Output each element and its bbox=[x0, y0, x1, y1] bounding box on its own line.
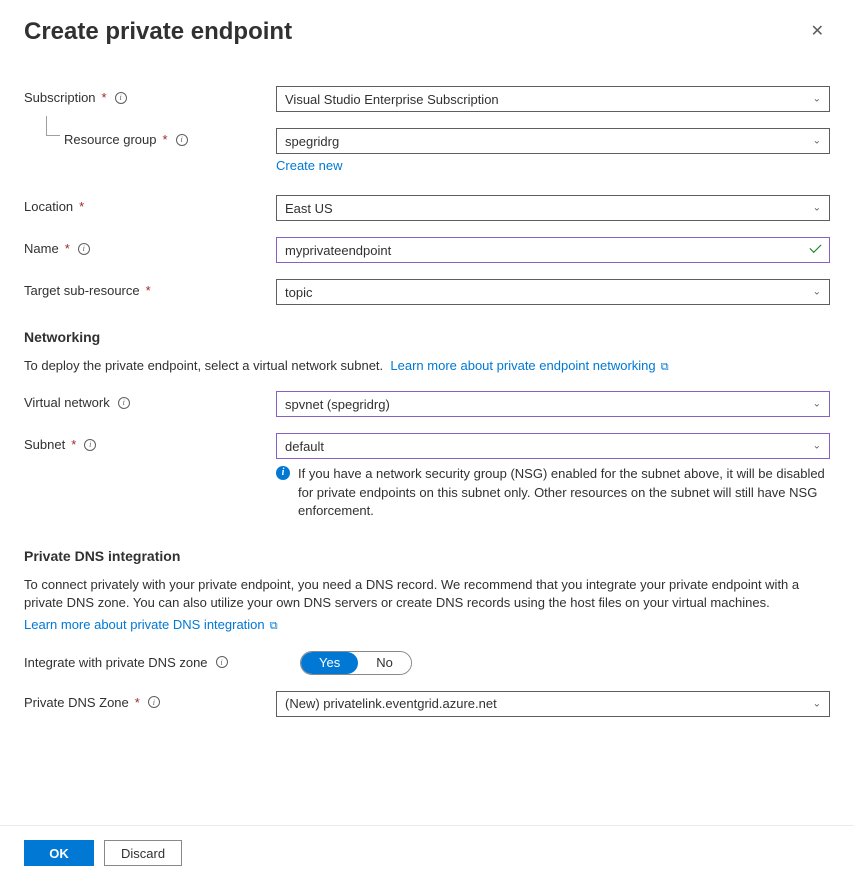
chevron-down-icon: ⌄ bbox=[813, 94, 821, 105]
subnet-value: default bbox=[285, 439, 324, 454]
required-indicator: * bbox=[65, 241, 70, 256]
required-indicator: * bbox=[79, 199, 84, 214]
subscription-value: Visual Studio Enterprise Subscription bbox=[285, 92, 499, 107]
chevron-down-icon: ⌄ bbox=[813, 136, 821, 147]
virtual-network-value: spvnet (spegridrg) bbox=[285, 397, 390, 412]
target-sub-resource-label: Target sub-resource bbox=[24, 283, 140, 298]
virtual-network-select[interactable]: spvnet (spegridrg) ⌄ bbox=[276, 391, 830, 417]
required-indicator: * bbox=[71, 437, 76, 452]
subnet-select[interactable]: default ⌄ bbox=[276, 433, 830, 459]
discard-button[interactable]: Discard bbox=[104, 840, 182, 866]
name-value: myprivateendpoint bbox=[285, 243, 391, 258]
name-input[interactable]: myprivateendpoint bbox=[276, 237, 830, 263]
info-icon[interactable]: i bbox=[78, 243, 90, 255]
dns-zone-label: Private DNS Zone bbox=[24, 695, 129, 710]
ok-button[interactable]: OK bbox=[24, 840, 94, 866]
info-icon[interactable]: i bbox=[216, 656, 228, 668]
networking-text: To deploy the private endpoint, select a… bbox=[24, 358, 383, 373]
required-indicator: * bbox=[102, 90, 107, 105]
required-indicator: * bbox=[163, 132, 168, 147]
target-sub-resource-value: topic bbox=[285, 285, 312, 300]
toggle-no[interactable]: No bbox=[358, 652, 411, 674]
chevron-down-icon: ⌄ bbox=[813, 698, 821, 709]
chevron-down-icon: ⌄ bbox=[813, 287, 821, 298]
info-icon[interactable]: i bbox=[84, 439, 96, 451]
info-icon[interactable]: i bbox=[115, 92, 127, 104]
chevron-down-icon: ⌄ bbox=[813, 441, 821, 452]
create-new-link[interactable]: Create new bbox=[276, 158, 342, 173]
integrate-dns-toggle[interactable]: Yes No bbox=[300, 651, 412, 675]
dns-text: To connect privately with your private e… bbox=[24, 577, 799, 610]
resource-group-select[interactable]: spegridrg ⌄ bbox=[276, 128, 830, 154]
close-icon[interactable]: ✕ bbox=[805, 18, 830, 46]
name-label: Name bbox=[24, 241, 59, 256]
dns-learn-more-link[interactable]: Learn more about private DNS integration… bbox=[24, 617, 278, 632]
target-sub-resource-select[interactable]: topic ⌄ bbox=[276, 279, 830, 305]
chevron-down-icon: ⌄ bbox=[813, 203, 821, 214]
tree-connector bbox=[46, 116, 60, 136]
nsg-note: If you have a network security group (NS… bbox=[298, 465, 830, 520]
virtual-network-label: Virtual network bbox=[24, 395, 110, 410]
chevron-down-icon: ⌄ bbox=[813, 399, 821, 410]
subscription-select[interactable]: Visual Studio Enterprise Subscription ⌄ bbox=[276, 86, 830, 112]
dns-heading: Private DNS integration bbox=[24, 548, 830, 564]
resource-group-value: spegridrg bbox=[285, 134, 339, 149]
resource-group-label: Resource group bbox=[64, 132, 157, 147]
info-icon: i bbox=[276, 466, 290, 480]
dns-zone-value: (New) privatelink.eventgrid.azure.net bbox=[285, 696, 497, 711]
required-indicator: * bbox=[135, 695, 140, 710]
networking-heading: Networking bbox=[24, 329, 830, 345]
integrate-dns-label: Integrate with private DNS zone bbox=[24, 655, 208, 670]
external-link-icon: ⧉ bbox=[267, 620, 278, 632]
subnet-label: Subnet bbox=[24, 437, 65, 452]
location-value: East US bbox=[285, 201, 333, 216]
subscription-label: Subscription bbox=[24, 90, 96, 105]
dns-zone-select[interactable]: (New) privatelink.eventgrid.azure.net ⌄ bbox=[276, 691, 830, 717]
info-icon[interactable]: i bbox=[148, 696, 160, 708]
external-link-icon: ⧉ bbox=[658, 361, 669, 373]
networking-learn-more-link[interactable]: Learn more about private endpoint networ… bbox=[390, 358, 668, 373]
toggle-yes[interactable]: Yes bbox=[301, 652, 358, 674]
info-icon[interactable]: i bbox=[176, 134, 188, 146]
location-select[interactable]: East US ⌄ bbox=[276, 195, 830, 221]
page-title: Create private endpoint bbox=[24, 18, 292, 46]
info-icon[interactable]: i bbox=[118, 397, 130, 409]
required-indicator: * bbox=[146, 283, 151, 298]
location-label: Location bbox=[24, 199, 73, 214]
